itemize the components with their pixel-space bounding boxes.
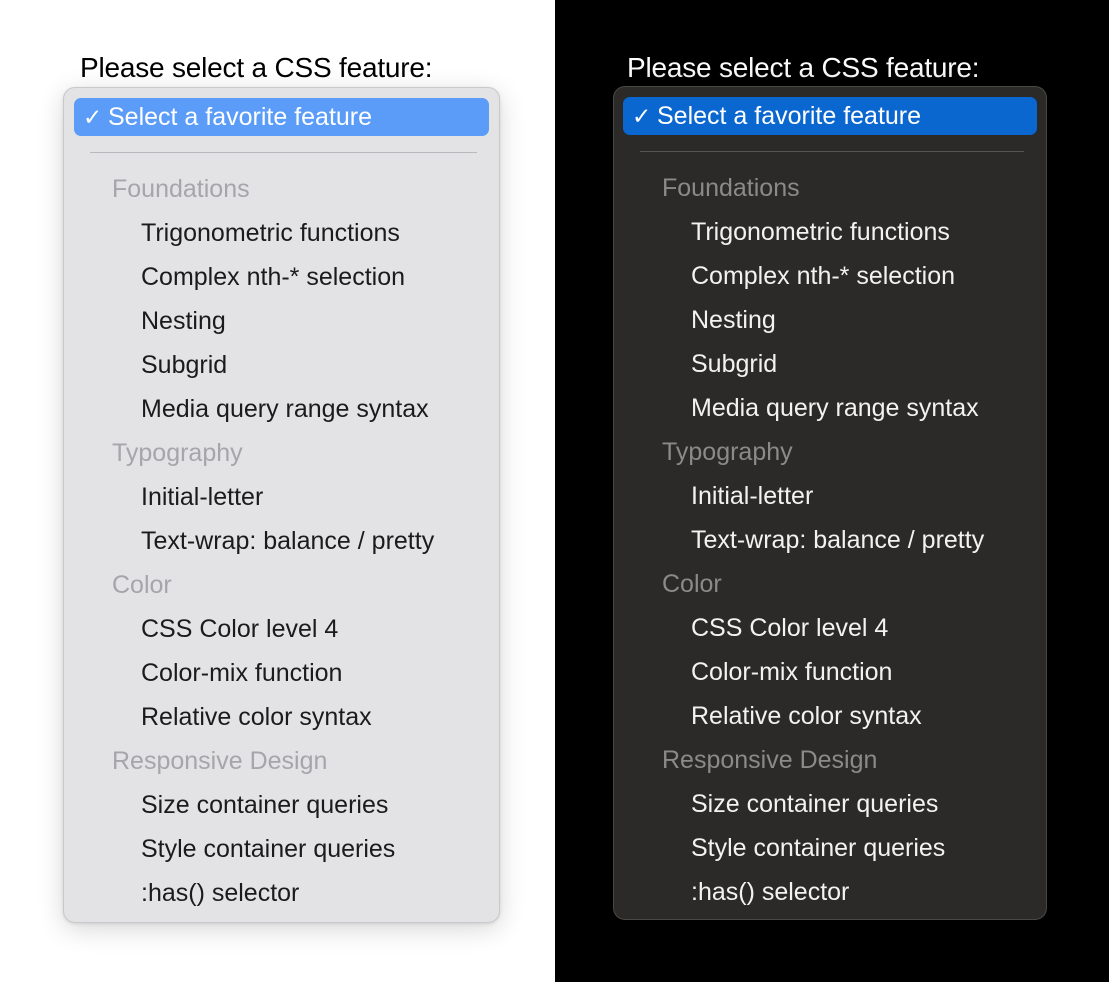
option-group-typography-label: Typography <box>662 438 793 466</box>
selected-option-row[interactable]: ✓ Select a favorite feature <box>74 98 489 136</box>
list-item[interactable]: Subgrid <box>64 343 499 387</box>
checkmark-icon: ✓ <box>632 102 652 129</box>
list-item[interactable]: Relative color syntax <box>64 695 499 739</box>
selected-option-row[interactable]: ✓ Select a favorite feature <box>623 97 1037 135</box>
page-title: Please select a CSS feature: <box>627 52 980 83</box>
list-item[interactable]: :has() selector <box>64 871 499 915</box>
listbox-divider <box>640 151 1024 152</box>
list-item[interactable]: CSS Color level 4 <box>64 607 499 651</box>
list-item[interactable]: Relative color syntax <box>614 694 1046 738</box>
list-item[interactable]: Nesting <box>64 299 499 343</box>
checkmark-icon: ✓ <box>83 103 103 130</box>
option-group-typography-label: Typography <box>112 439 243 467</box>
list-item[interactable]: Initial-letter <box>614 474 1046 518</box>
list-item[interactable]: Complex nth-* selection <box>64 255 499 299</box>
list-item[interactable]: Media query range syntax <box>64 387 499 431</box>
list-item[interactable]: Size container queries <box>614 782 1046 826</box>
list-item[interactable]: Trigonometric functions <box>64 211 499 255</box>
list-item[interactable]: Style container queries <box>64 827 499 871</box>
option-group-foundations-label: Foundations <box>662 174 800 202</box>
list-item[interactable]: :has() selector <box>614 870 1046 914</box>
list-item[interactable]: Nesting <box>614 298 1046 342</box>
listbox-divider <box>90 152 477 153</box>
css-feature-listbox-dark[interactable]: ✓ Select a favorite feature Foundations … <box>613 86 1047 920</box>
option-group-responsive-design-label: Responsive Design <box>112 747 328 775</box>
option-group-color-label: Color <box>112 571 172 599</box>
list-item[interactable]: Media query range syntax <box>614 386 1046 430</box>
css-feature-listbox-light[interactable]: ✓ Select a favorite feature Foundations … <box>63 87 500 923</box>
list-item[interactable]: Initial-letter <box>64 475 499 519</box>
list-item[interactable]: Trigonometric functions <box>614 210 1046 254</box>
list-item[interactable]: Text-wrap: balance / pretty <box>64 519 499 563</box>
page-title: Please select a CSS feature: <box>80 52 433 83</box>
selected-option-label: Select a favorite feature <box>657 101 922 130</box>
list-item[interactable]: Subgrid <box>614 342 1046 386</box>
option-group-foundations-label: Foundations <box>112 175 250 203</box>
list-item[interactable]: Color-mix function <box>614 650 1046 694</box>
list-item[interactable]: Complex nth-* selection <box>614 254 1046 298</box>
light-theme-panel: Please select a CSS feature: ✓ Select a … <box>0 0 555 982</box>
list-item[interactable]: Size container queries <box>64 783 499 827</box>
selected-option-label: Select a favorite feature <box>108 102 373 131</box>
option-group-responsive-design-label: Responsive Design <box>662 746 878 774</box>
theme-comparison-stage: Please select a CSS feature: ✓ Select a … <box>0 0 1109 982</box>
list-item[interactable]: Style container queries <box>614 826 1046 870</box>
list-item[interactable]: CSS Color level 4 <box>614 606 1046 650</box>
dark-theme-panel: Please select a CSS feature: ✓ Select a … <box>555 0 1109 982</box>
option-group-color-label: Color <box>662 570 722 598</box>
list-item[interactable]: Text-wrap: balance / pretty <box>614 518 1046 562</box>
list-item[interactable]: Color-mix function <box>64 651 499 695</box>
